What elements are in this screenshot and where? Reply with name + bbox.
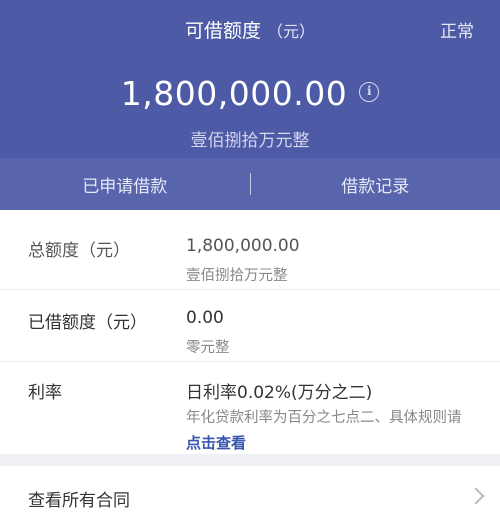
borrowed-quota-value: 0.00 bbox=[186, 308, 224, 328]
interest-rate-note: 年化贷款利率为百分之七点二、具体规则请 bbox=[186, 410, 462, 426]
available-amount-chinese: 壹佰捌拾万元整 bbox=[190, 131, 310, 151]
page-title-unit: （元） bbox=[267, 22, 316, 41]
chevron-right-icon bbox=[467, 487, 485, 505]
view-contracts-label: 查看所有合同 bbox=[28, 491, 130, 511]
total-quota-row: 总额度（元） 1,800,000.00 壹佰捌拾万元整 bbox=[0, 220, 500, 290]
page-title: 可借额度 （元） bbox=[0, 16, 500, 43]
loan-tabs: 已申请借款 借款记录 bbox=[0, 158, 500, 210]
available-amount: 1,800,000.00 bbox=[120, 74, 348, 113]
total-quota-chinese: 壹佰捌拾万元整 bbox=[186, 268, 288, 284]
total-quota-value: 1,800,000.00 bbox=[186, 236, 300, 256]
borrowed-quota-label: 已借额度（元） bbox=[28, 313, 147, 333]
quota-details-card: 总额度（元） 1,800,000.00 壹佰捌拾万元整 已借额度（元） 0.00… bbox=[0, 210, 500, 454]
tab-applied-loans[interactable]: 已申请借款 bbox=[0, 172, 250, 197]
quota-header: 可借额度 （元） 正常 1,800,000.00 壹佰捌拾万元整 已申请借款 借款… bbox=[0, 0, 500, 210]
total-quota-label: 总额度（元） bbox=[28, 241, 130, 261]
interest-rate-row: 利率 日利率0.02%(万分之二) 年化贷款利率为百分之七点二、具体规则请 点击… bbox=[0, 362, 500, 454]
interest-rate-value: 日利率0.02%(万分之二) bbox=[186, 383, 373, 403]
available-amount-row: 1,800,000.00 bbox=[0, 74, 500, 113]
title-bar: 可借额度 （元） 正常 bbox=[0, 0, 500, 60]
interest-rate-label: 利率 bbox=[28, 383, 62, 403]
info-icon[interactable] bbox=[359, 81, 380, 102]
status-badge: 正常 bbox=[440, 22, 474, 42]
borrowed-quota-row: 已借额度（元） 0.00 零元整 bbox=[0, 292, 500, 362]
view-rules-link[interactable]: 点击查看 bbox=[186, 432, 246, 453]
tab-loan-records[interactable]: 借款记录 bbox=[251, 172, 500, 197]
view-contracts-row[interactable]: 查看所有合同 bbox=[0, 466, 500, 531]
page-title-text: 可借额度 bbox=[184, 20, 261, 42]
borrowed-quota-chinese: 零元整 bbox=[186, 340, 230, 356]
